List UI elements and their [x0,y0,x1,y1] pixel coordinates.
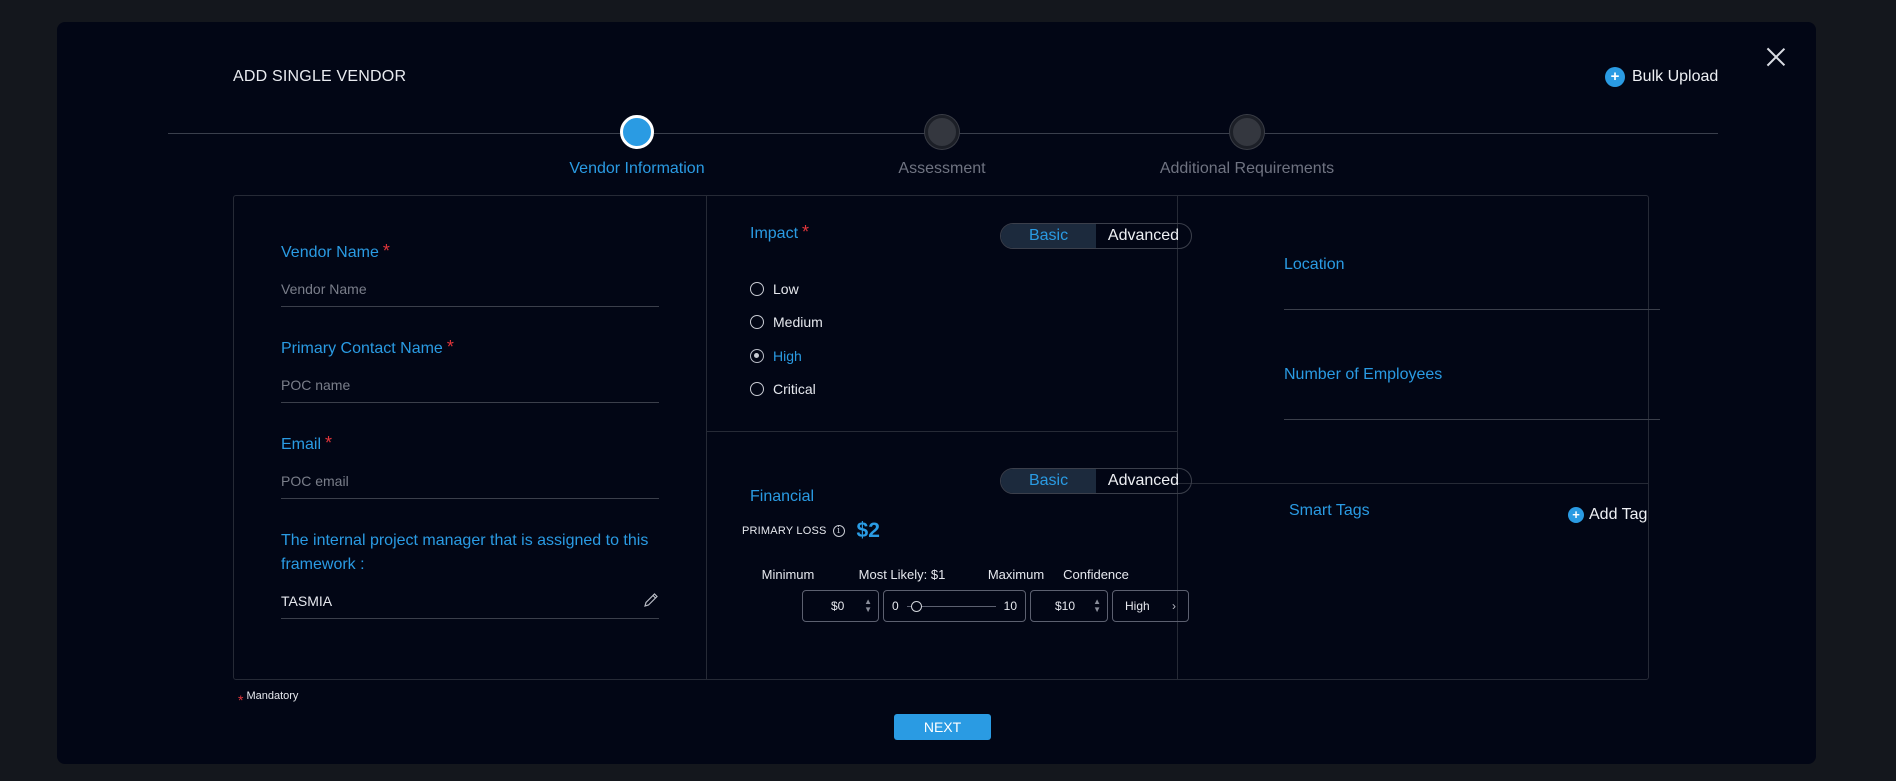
poc-name-input[interactable] [281,377,659,393]
minimum-stepper[interactable]: $0 ▲ ▼ [802,590,879,622]
chevron-right-icon: › [1172,599,1176,613]
primary-loss-row: PRIMARY LOSS i $2 [742,519,880,543]
section-divider [1178,483,1648,484]
project-manager-field[interactable]: TASMIA [281,593,659,619]
email-label: Email * [281,433,333,453]
bulk-upload-button[interactable]: + Bulk Upload [1605,67,1718,87]
plus-icon: + [1605,67,1625,87]
project-manager-value: TASMIA [281,593,333,609]
most-likely-header: Most Likely: $1 [858,567,946,582]
confidence-header: Confidence [1063,567,1129,582]
section-divider [707,431,1177,432]
smart-tags-label: Smart Tags [1289,502,1370,519]
confidence-select[interactable]: High › [1112,590,1189,622]
radio-button-checked[interactable] [750,349,764,363]
financial-basic-toggle[interactable]: Basic [1001,469,1096,493]
primary-loss-label: PRIMARY LOSS [742,525,827,537]
primary-contact-label: Primary Contact Name * [281,337,454,357]
vendor-name-field[interactable] [281,281,659,307]
mandatory-note: * Mandatory [238,690,298,708]
slider-thumb[interactable] [910,600,922,612]
location-field[interactable] [1284,284,1660,310]
slider-min-label: 0 [892,599,899,613]
stepper-arrows-icon[interactable]: ▲ ▼ [1093,598,1101,614]
modal-title: ADD SINGLE VENDOR [233,68,407,85]
financial-toggle[interactable]: Basic Advanced [1000,468,1192,494]
info-icon[interactable]: i [832,525,845,537]
radio-button[interactable] [750,282,764,296]
employees-field[interactable] [1284,394,1660,420]
financial-label: Financial [750,488,815,505]
minimum-header: Minimum [761,567,815,582]
maximum-header: Maximum [987,567,1045,582]
close-icon[interactable] [1765,46,1787,68]
primary-loss-value: $2 [856,519,880,542]
financial-advanced-toggle[interactable]: Advanced [1096,469,1191,493]
slider-track[interactable] [906,600,996,612]
vendor-name-label: Vendor Name * [281,241,390,261]
step-additional-requirements-dot[interactable] [1230,115,1264,149]
maximum-value: $10 [1055,599,1076,613]
radio-button[interactable] [750,382,764,396]
stepper-arrows-icon[interactable]: ▲ ▼ [864,598,872,614]
plus-icon: + [1568,507,1584,523]
edit-pencil-icon[interactable] [643,592,659,608]
bulk-upload-label: Bulk Upload [1632,68,1719,85]
impact-option-low[interactable]: Low [750,281,799,297]
project-manager-label: The internal project manager that is ass… [281,532,649,573]
employees-label: Number of Employees [1284,366,1443,383]
next-button[interactable]: NEXT [894,714,991,740]
impact-option-high[interactable]: High [750,348,802,364]
confidence-value: High [1125,599,1150,613]
step-additional-requirements-label[interactable]: Additional Requirements [1127,160,1367,178]
impact-label: Impact * [750,222,810,242]
impact-basic-toggle[interactable]: Basic [1001,224,1096,248]
impact-toggle[interactable]: Basic Advanced [1000,223,1192,249]
location-label: Location [1284,256,1345,273]
step-assessment-dot[interactable] [925,115,959,149]
step-assessment-label[interactable]: Assessment [822,160,1062,178]
step-vendor-information-dot[interactable] [620,115,654,149]
impact-option-medium[interactable]: Medium [750,314,823,330]
poc-email-input[interactable] [281,473,659,489]
add-tag-button[interactable]: + Add Tag [1568,506,1647,524]
slider-max-label: 10 [1003,599,1017,613]
maximum-stepper[interactable]: $10 ▲ ▼ [1030,590,1108,622]
step-vendor-information-label[interactable]: Vendor Information [517,160,757,178]
vendor-form-card: Vendor Name* Primary Contact Name* Email… [233,195,1660,680]
most-likely-slider[interactable]: 0 10 [883,590,1026,622]
impact-option-critical[interactable]: Critical [750,381,816,397]
add-vendor-modal: ADD SINGLE VENDOR + Bulk Upload Vendor I… [57,22,1816,764]
mandatory-label: Mandatory [246,690,299,702]
email-field[interactable] [281,473,659,499]
impact-advanced-toggle[interactable]: Advanced [1096,224,1191,248]
vendor-name-input[interactable] [281,281,659,297]
primary-contact-field[interactable] [281,377,659,403]
required-marker: * [238,692,244,708]
minimum-value: $0 [831,599,845,613]
add-tag-label: Add Tag [1589,506,1648,523]
radio-button[interactable] [750,315,764,329]
column-divider [706,196,707,679]
